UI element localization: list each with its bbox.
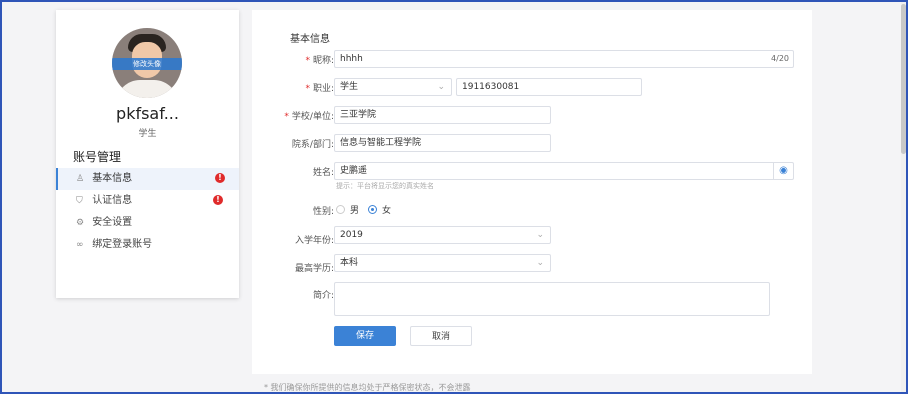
department-input[interactable]: 信息与智能工程学院: [334, 134, 551, 152]
nickname-label: * 昵称:: [264, 53, 334, 66]
gender-female-label: 女: [382, 206, 392, 216]
link-icon: ∞: [76, 240, 84, 250]
occupation-value: 学生: [340, 82, 359, 92]
school-label-text: 学校/单位:: [291, 112, 334, 122]
shield-icon: ⛉: [76, 196, 83, 206]
occupation-label-text: 职业:: [312, 84, 334, 94]
bio-label: 简介:: [312, 291, 334, 301]
sidebar-item-label: 基本信息: [92, 173, 133, 184]
sidebar-item-basic-info[interactable]: ♙ 基本信息 !: [56, 168, 239, 190]
section-title: 基本信息: [290, 34, 330, 45]
eye-icon[interactable]: ◉: [773, 163, 793, 179]
sidebar-item-label: 绑定登录账号: [92, 239, 153, 250]
department-value: 信息与智能工程学院: [340, 138, 422, 148]
gender-label: 性别:: [312, 207, 334, 217]
alert-icon: !: [213, 195, 223, 205]
radio-circle: [368, 205, 377, 214]
name-label: 姓名:: [312, 168, 334, 178]
privacy-note: * 我们确保你所提供的信息均处于严格保密状态，不会泄露: [264, 383, 471, 392]
username: pkfsaf...: [116, 104, 179, 123]
nickname-counter: 4/20: [771, 54, 789, 63]
name-value: 史鹏遥: [340, 166, 368, 176]
school-value: 三亚学院: [340, 110, 377, 120]
sidebar-item-security[interactable]: ⚙ 安全设置: [56, 212, 239, 234]
enroll-year-value: 2019: [340, 230, 363, 240]
avatar[interactable]: 修改头像: [112, 28, 182, 98]
sidebar-menu: ♙ 基本信息 ! ⛉ 认证信息 ! ⚙ 安全设置 ∞ 绑定登录账号: [56, 168, 239, 256]
radio-circle: [336, 205, 345, 214]
nickname-input[interactable]: hhhh 4/20: [334, 50, 794, 68]
school-label: * 学校/单位:: [264, 109, 334, 122]
sidebar-item-label: 安全设置: [92, 217, 133, 228]
sidebar-item-bind-account[interactable]: ∞ 绑定登录账号: [56, 234, 239, 256]
occupation-label: * 职业:: [264, 81, 334, 94]
student-id-input[interactable]: 1911630081: [456, 78, 642, 96]
cancel-button[interactable]: 取消: [410, 326, 472, 346]
name-input[interactable]: 史鹏遥 ◉: [334, 162, 794, 180]
department-label: 院系/部门:: [291, 140, 334, 150]
enroll-year-label: 入学年份:: [294, 236, 334, 246]
education-value: 本科: [340, 258, 359, 268]
gender-radio-female[interactable]: 女: [368, 203, 391, 216]
name-hint: 提示：平台将显示您的真实姓名: [336, 182, 434, 190]
nickname-value: hhhh: [340, 54, 363, 64]
chevron-down-icon: ⌄: [437, 82, 445, 92]
required-mark: *: [284, 112, 289, 122]
enroll-year-select[interactable]: 2019 ⌄: [334, 226, 551, 244]
account-sidebar: 修改头像 pkfsaf... 学生 账号管理 ♙ 基本信息 ! ⛉ 认证信息 !…: [56, 10, 239, 298]
education-label: 最高学历:: [294, 264, 334, 274]
account-management-title: 账号管理: [73, 150, 122, 164]
user-role: 学生: [138, 129, 157, 139]
user-icon: ♙: [76, 174, 85, 184]
save-button[interactable]: 保存: [334, 326, 396, 346]
sidebar-item-certification[interactable]: ⛉ 认证信息 !: [56, 190, 239, 212]
bio-textarea[interactable]: [334, 282, 770, 316]
avatar-shirt: [116, 80, 178, 98]
required-mark: *: [305, 84, 310, 94]
gender-male-label: 男: [350, 206, 360, 216]
scrollbar-thumb[interactable]: [901, 4, 906, 154]
school-input[interactable]: 三亚学院: [334, 106, 551, 124]
student-id-value: 1911630081: [462, 82, 520, 92]
gender-radio-male[interactable]: 男: [336, 203, 359, 216]
alert-icon: !: [215, 173, 225, 183]
occupation-select[interactable]: 学生 ⌄: [334, 78, 452, 96]
page-scrollbar[interactable]: [901, 2, 906, 392]
education-select[interactable]: 本科 ⌄: [334, 254, 551, 272]
basic-info-panel: 基本信息 * 昵称: hhhh 4/20 * 职业: 学生 ⌄ 1911630081…: [252, 10, 812, 374]
sidebar-item-label: 认证信息: [92, 195, 133, 206]
chevron-down-icon: ⌄: [536, 258, 544, 268]
edit-avatar-button[interactable]: 修改头像: [112, 58, 182, 70]
gear-icon: ⚙: [76, 218, 85, 228]
required-mark: *: [305, 56, 310, 66]
nickname-label-text: 昵称:: [312, 56, 334, 66]
chevron-down-icon: ⌄: [536, 230, 544, 240]
